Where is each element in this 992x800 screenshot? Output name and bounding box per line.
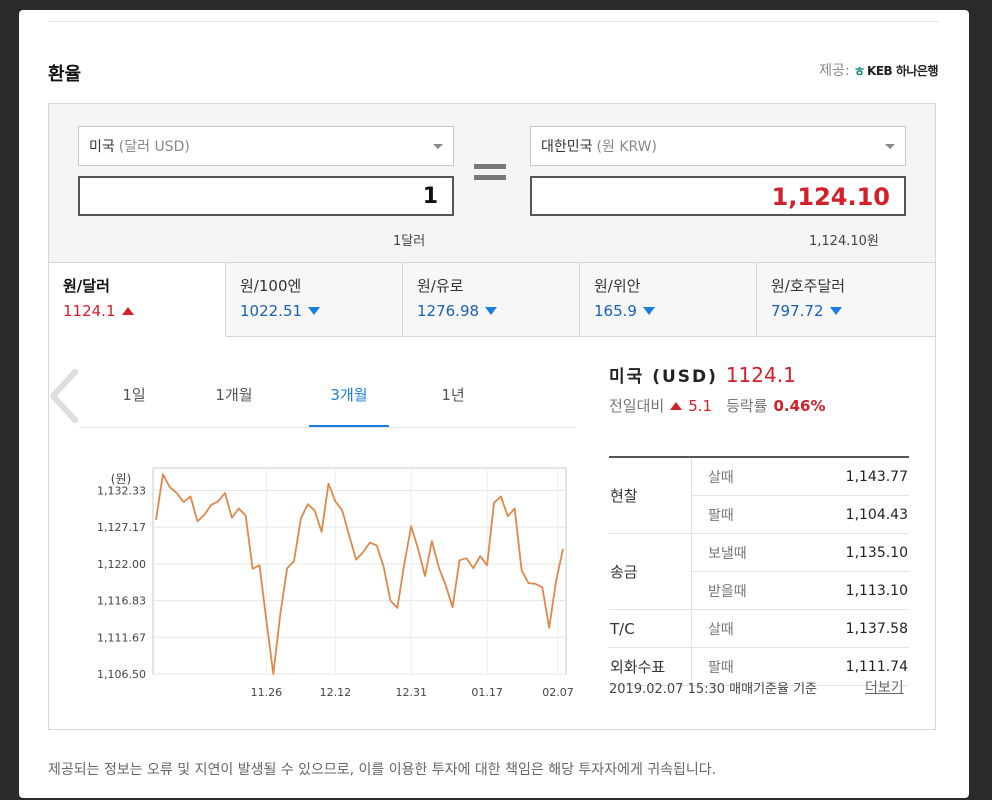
bank-name: KEB 하나은행 [867, 63, 938, 78]
period-1d[interactable]: 1일 [94, 384, 174, 405]
tab-label: 원/위안 [594, 277, 641, 295]
equals-icon [474, 164, 506, 182]
down-triangle-icon [829, 307, 842, 315]
y-axis-label: (원) [111, 472, 131, 486]
period-1y[interactable]: 1년 [413, 384, 493, 405]
disclaimer: 제공되는 정보는 오류 및 지연이 발생될 수 있으므로, 이를 이용한 투자에… [48, 762, 717, 778]
exchange-box: 미국 (달러 USD) 1 대한민국 (원 KRW) 1,124.10 1달러 … [48, 103, 936, 730]
chevron-down-icon [885, 144, 895, 149]
tab-usd[interactable]: 원/달러 1124.1 [49, 262, 226, 337]
chevron-down-icon [433, 144, 443, 149]
from-unit: (달러 USD) [118, 139, 190, 155]
rate-value: 1,104.43 [792, 495, 909, 534]
to-amount-input[interactable]: 1,124.10 [530, 176, 906, 216]
period-tabs: 1일 1개월 3개월 1년 [79, 372, 575, 428]
y-tick-label: 1,106.50 [97, 668, 146, 681]
from-amount-input[interactable]: 1 [78, 176, 454, 216]
tab-label: 원/100엔 [240, 277, 302, 295]
period-3m[interactable]: 3개월 [309, 384, 389, 405]
tab-jpy[interactable]: 원/100엔 1022.51 [226, 262, 403, 337]
provider-label: 제공: [819, 63, 850, 79]
to-country: 대한민국 [541, 139, 593, 155]
y-tick-label: 1,116.83 [97, 595, 146, 608]
table-row: T/C 살때 1,137.58 [609, 609, 909, 648]
bank-logo[interactable]: ㅎ KEB 하나은행 [853, 61, 939, 80]
rate-summary: 미국 (USD) 1124.1 전일대비 5.1 등락률 0.46% [609, 362, 909, 416]
rate-value: 1,113.10 [792, 571, 909, 610]
from-caption: 1달러 [393, 234, 426, 249]
converter: 미국 (달러 USD) 1 대한민국 (원 KRW) 1,124.10 1달러 … [49, 104, 935, 262]
change-label: 전일대비 [609, 397, 665, 415]
provider-info: 제공: ㅎ KEB 하나은행 [819, 60, 938, 80]
tab-aud[interactable]: 원/호주달러 797.72 [757, 262, 935, 337]
tab-label: 원/달러 [63, 277, 110, 295]
x-tick-label: 12.31 [395, 686, 427, 696]
widget-title: 환율 [48, 64, 82, 85]
summary-change: 전일대비 5.1 등락률 0.46% [609, 395, 909, 416]
x-tick-label: 02.07 [542, 686, 574, 696]
category-cash: 현찰 [609, 458, 692, 534]
tab-value: 1276.98 [417, 302, 565, 320]
change-value: 5.1 [688, 396, 713, 415]
x-tick-label: 01.17 [471, 686, 503, 696]
rate-type: 살때 [691, 458, 793, 496]
rate-value: 1,137.58 [792, 609, 909, 648]
up-triangle-icon [121, 307, 134, 315]
tab-value: 1124.1 [63, 302, 211, 320]
x-tick-label: 12.12 [320, 686, 352, 696]
from-country: 미국 [89, 139, 115, 155]
rate-value: 1,143.77 [792, 458, 909, 496]
x-tick-label: 11.26 [251, 686, 282, 696]
y-tick-label: 1,132.33 [97, 485, 146, 498]
bank-logo-icon: ㅎ [853, 64, 866, 80]
rates-table: 현찰 살때 1,143.77 팔때 1,104.43 송금 보낼때 1,135.… [609, 456, 909, 686]
down-triangle-icon [485, 307, 498, 315]
plot-area [152, 467, 567, 675]
y-tick-label: 1,127.17 [97, 521, 146, 534]
from-currency-select[interactable]: 미국 (달러 USD) [78, 126, 454, 166]
active-period-underline [309, 425, 389, 427]
more-link[interactable]: 더보기 [865, 677, 904, 697]
rate-type: 보낼때 [691, 533, 793, 572]
to-caption: 1,124.10원 [809, 234, 879, 249]
to-currency-select[interactable]: 대한민국 (원 KRW) [530, 126, 906, 166]
rate-type: 팔때 [691, 495, 793, 534]
rate-value: 1,135.10 [792, 533, 909, 572]
tab-value: 1022.51 [240, 302, 388, 320]
top-divider [48, 21, 938, 22]
table-row: 송금 보낼때 1,135.10 [609, 533, 909, 610]
tab-label: 원/호주달러 [771, 277, 846, 295]
period-1m[interactable]: 1개월 [194, 384, 274, 405]
currency-tabs: 원/달러 1124.1 원/100엔 1022.51 원/유로 1276.98 … [49, 262, 935, 338]
ratio-label: 등락률 [726, 397, 768, 415]
summary-rate: 1124.1 [725, 363, 796, 387]
tab-value: 165.9 [594, 302, 742, 320]
category-remit: 송금 [609, 533, 692, 610]
y-tick-label: 1,122.00 [97, 558, 146, 571]
y-tick-label: 1,111.67 [97, 631, 146, 644]
table-row: 현찰 살때 1,143.77 [609, 458, 909, 534]
tab-value: 797.72 [771, 302, 921, 320]
rate-chart: 1,132.33 1,127.17 1,122.00 1,116.83 1,111.67… [97, 467, 574, 696]
tab-label: 원/유로 [417, 277, 464, 295]
summary-heading: 미국 (USD) 1124.1 [609, 362, 909, 387]
tab-eur[interactable]: 원/유로 1276.98 [403, 262, 580, 337]
tab-cny[interactable]: 원/위안 165.9 [580, 262, 757, 337]
up-triangle-icon [670, 401, 683, 410]
down-triangle-icon [308, 307, 321, 315]
exchange-rate-widget: 환율 제공: ㅎ KEB 하나은행 미국 (달러 USD) 1 대한민국 (원 … [19, 10, 969, 798]
ratio-value: 0.46% [773, 396, 826, 415]
down-triangle-icon [642, 307, 655, 315]
to-unit: (원 KRW) [596, 139, 657, 155]
timestamp: 2019.02.07 15:30 매매기준율 기준 [609, 682, 818, 697]
category-tc: T/C [609, 609, 692, 648]
rate-type: 살때 [691, 609, 793, 648]
rate-type: 받을때 [691, 571, 793, 610]
summary-currency: 미국 (USD) [609, 367, 718, 387]
